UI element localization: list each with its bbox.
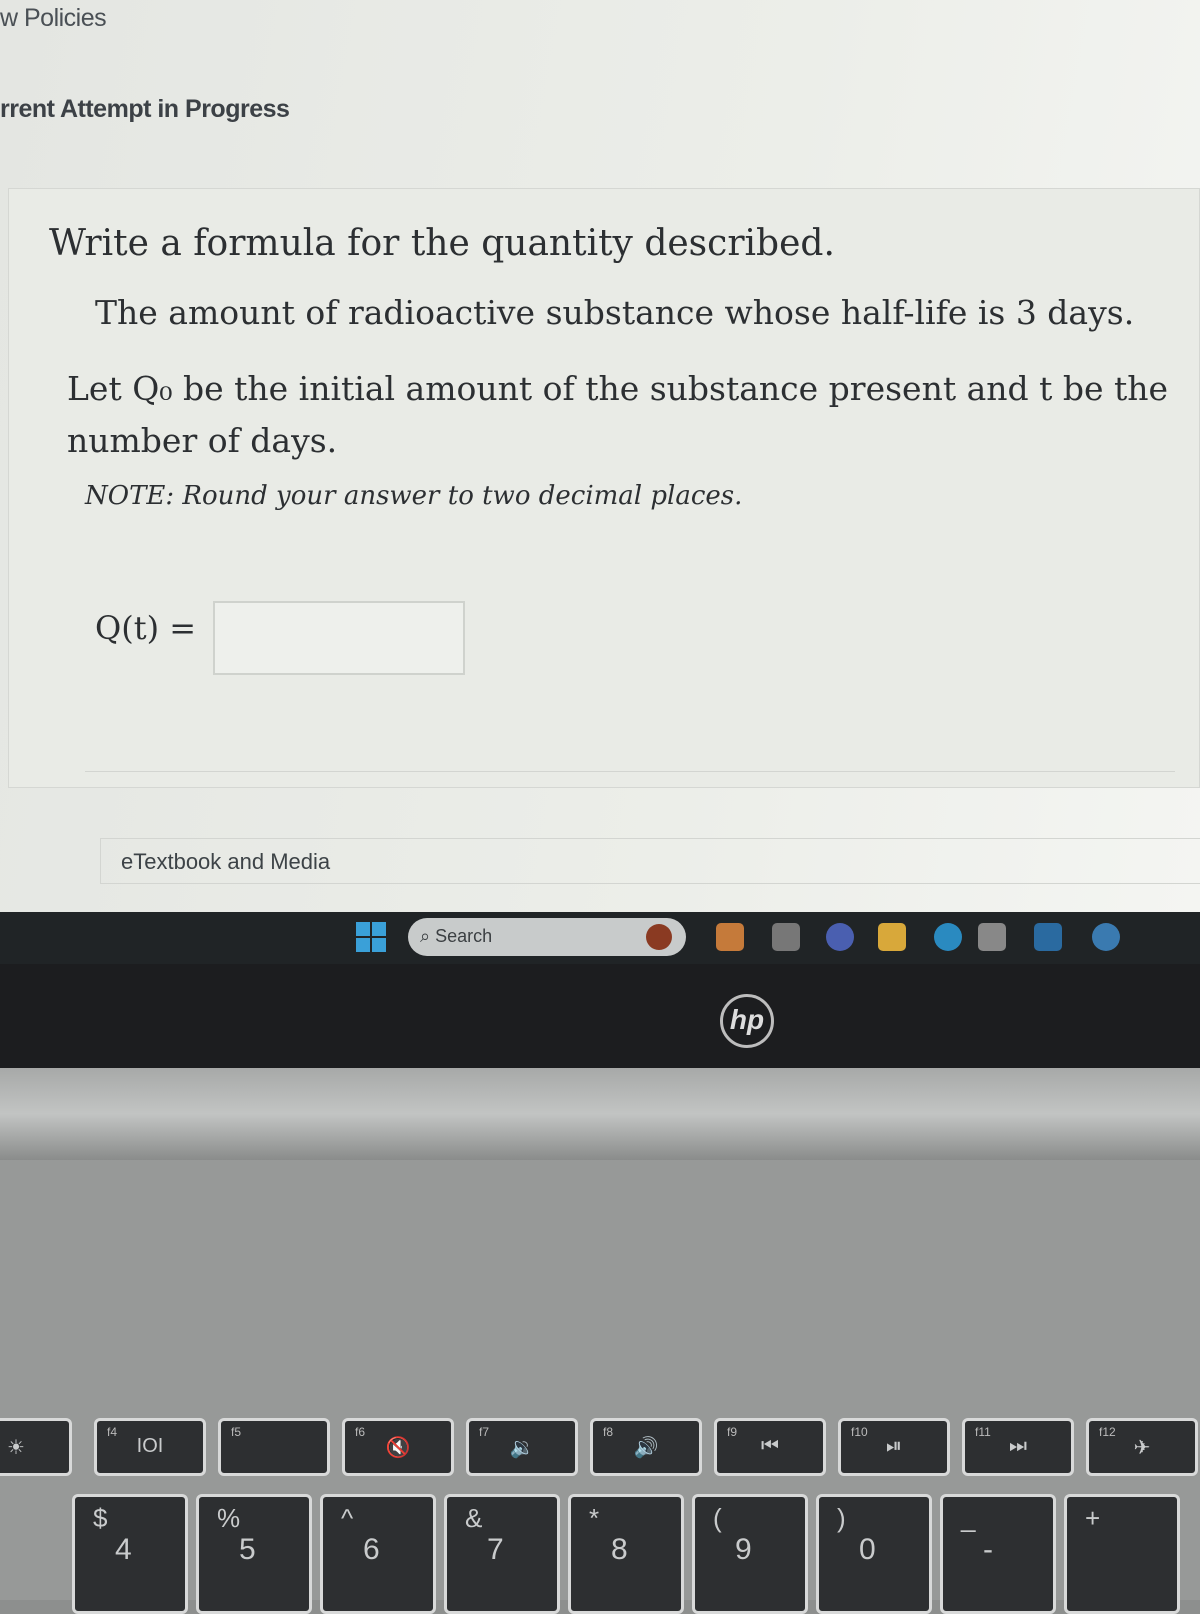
function-key[interactable]: f12 ✈ [1086,1418,1198,1476]
question-panel: Write a formula for the quantity describ… [8,188,1200,788]
teams-icon[interactable] [826,923,854,951]
search-icon: ⌕ [420,926,436,946]
screen-bezel: hp [0,964,1200,1068]
edge-icon[interactable] [934,923,962,951]
copilot-icon[interactable] [716,923,744,951]
store-icon[interactable] [978,923,1006,951]
number-key[interactable]: $4 [72,1494,188,1614]
function-key[interactable]: f8 🔊 [590,1418,702,1476]
laptop-hinge [0,1068,1200,1160]
answer-label: Q(t) = [95,609,197,647]
policies-link[interactable]: w Policies [0,4,107,33]
question-note: NOTE: Round your answer to two decimal p… [85,481,743,511]
key-label: 8 [611,1533,628,1566]
browser-screen: w Policies rrent Attempt in Progress Wri… [0,0,1200,935]
answer-input[interactable] [213,601,465,675]
function-key[interactable]: f6 🔇 [342,1418,454,1476]
help-icon[interactable] [1092,923,1120,951]
key-label: 6 [363,1533,380,1566]
number-key[interactable]: & 7 [444,1494,560,1614]
taskbar-search[interactable]: ⌕ Search [408,918,686,956]
key-shift-label: & [465,1503,483,1533]
key-shift-label: $ [93,1503,108,1533]
function-key[interactable]: f11 ⏭ [962,1418,1074,1476]
question-definitions: Let Q₀ be the initial amount of the subs… [67,369,1169,460]
search-highlight-icon [646,924,672,950]
number-key[interactable]: _ - [940,1494,1056,1614]
key-label: 0 [859,1533,876,1566]
number-key[interactable]: % 5 [196,1494,312,1614]
key-label: 5 [239,1533,256,1566]
function-key[interactable]: f10 ⏯ [838,1418,950,1476]
function-key-glyph: 🔊 [633,1437,659,1459]
windows-start-icon[interactable] [356,922,386,952]
key-shift-label: _ [961,1503,976,1533]
function-key-glyph: ⏯ [886,1435,902,1457]
wiley-icon[interactable] [1034,923,1062,951]
function-key-glyph: 🔉 [509,1437,535,1459]
function-key-glyph: ☀ [7,1437,25,1459]
key-label: - [983,1533,993,1566]
function-key-glyph: 🔇 [385,1437,411,1459]
file-explorer-icon[interactable] [878,923,906,951]
divider [85,771,1175,772]
key-shift-label: % [217,1503,241,1533]
key-label: 9 [735,1533,752,1566]
function-key-glyph: IOI [136,1435,164,1457]
function-key-label: f5 [231,1425,242,1439]
key-shift-label: + [1085,1503,1101,1533]
attempt-status: rrent Attempt in Progress [0,95,290,123]
number-key[interactable]: ^ 6 [320,1494,436,1614]
function-key-glyph: ✈ [1133,1437,1151,1459]
key-label: 7 [487,1533,504,1566]
function-key-glyph: ⏭ [1009,1435,1027,1457]
function-key[interactable]: f4 IOI [94,1418,206,1476]
key-shift-label: * [589,1503,600,1533]
function-key[interactable]: ☀ [0,1418,72,1476]
function-key-glyph: ⏮ [761,1435,779,1457]
function-key[interactable]: f9 ⏮ [714,1418,826,1476]
number-key[interactable]: (9 [692,1494,808,1614]
hp-logo: hp [720,994,774,1048]
number-key[interactable]: * 8 [568,1494,684,1614]
search-placeholder: Search [435,926,493,946]
key-shift-label: ^ [341,1503,354,1533]
key-shift-label: ) [837,1503,846,1533]
taskbar: ⌕ Search [0,912,1200,964]
question-instruction: Write a formula for the quantity describ… [49,223,835,264]
number-key[interactable]: + [1064,1494,1180,1614]
question-description: The amount of radioactive substance whos… [95,293,1135,332]
key-label: 4 [115,1533,132,1566]
etextbook-tab[interactable]: eTextbook and Media [100,838,1200,884]
key-shift-label: ( [713,1503,722,1533]
number-key[interactable]: ) 0 [816,1494,932,1614]
function-key[interactable]: f5 [218,1418,330,1476]
function-key[interactable]: f7 🔉 [466,1418,578,1476]
task-view-icon[interactable] [772,923,800,951]
